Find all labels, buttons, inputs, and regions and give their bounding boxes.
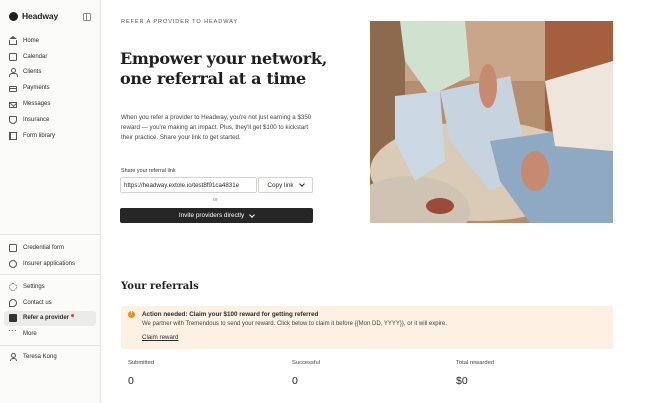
user-menu[interactable]: Teresa Kong — [4, 349, 96, 365]
gear-icon — [9, 282, 17, 291]
sidebar-item-label: Payments — [23, 85, 50, 92]
stat-successful-label: Successful — [292, 360, 321, 366]
stat-total-rewarded-value: $0 — [456, 375, 468, 387]
sidebar-item-label: Credential form — [23, 244, 65, 251]
sidebar-item-label: Clients — [23, 69, 42, 76]
more-icon — [8, 325, 17, 338]
sidebar-item-label: Form library — [23, 132, 56, 139]
copy-link-button[interactable]: Copy link — [258, 177, 313, 193]
stat-successful-value: 0 — [292, 375, 298, 387]
secondary-nav: Credential form Insurer applications — [4, 240, 96, 272]
sidebar-item-form-library[interactable]: Form library — [4, 128, 96, 144]
title-line-1: Empower your network, — [120, 49, 327, 68]
gift-icon — [9, 314, 17, 323]
referral-link-input[interactable] — [120, 177, 257, 193]
intro-text: When you refer a provider to Headway, yo… — [121, 114, 312, 141]
payments-icon — [9, 85, 17, 92]
insurance-icon — [9, 115, 17, 124]
collapse-sidebar-icon[interactable] — [83, 13, 91, 21]
brand-logo[interactable]: Headway — [9, 11, 58, 21]
stat-total-rewarded-label: Total rewarded — [456, 360, 495, 366]
form-library-icon — [9, 131, 17, 140]
or-divider-text: or — [213, 197, 218, 203]
banner-title: Action needed: Claim your $100 reward fo… — [142, 311, 319, 318]
stat-submitted-label: Submitted — [128, 360, 155, 366]
copy-link-label: Copy link — [267, 181, 294, 189]
invite-providers-button[interactable]: Invite providers directly — [120, 208, 313, 223]
warning-icon: ! — [128, 311, 135, 318]
sidebar-divider — [0, 274, 101, 275]
sidebar-item-label: Insurer applications — [23, 260, 76, 267]
sidebar-item-settings[interactable]: Settings — [4, 279, 96, 295]
user-nav: Teresa Kong — [4, 349, 96, 365]
primary-nav: Home Calendar Clients Payments Messages … — [4, 33, 96, 144]
sidebar-item-label: Settings — [23, 283, 45, 290]
tertiary-nav: Settings Contact us Refer a provider Mor… — [4, 279, 96, 342]
sidebar-item-label: Contact us — [23, 299, 52, 306]
page-eyebrow: REFER A PROVIDER TO HEADWAY — [121, 19, 239, 25]
page-title: Empower your network, one referral at a … — [120, 49, 360, 89]
user-icon — [9, 352, 17, 361]
sidebar-item-insurance[interactable]: Insurance — [4, 112, 96, 128]
sidebar-divider — [0, 234, 101, 235]
sidebar-item-payments[interactable]: Payments — [4, 80, 96, 96]
sidebar-item-more[interactable]: More — [4, 325, 96, 342]
home-icon — [9, 35, 17, 45]
claim-reward-link[interactable]: Claim reward — [142, 334, 178, 341]
share-link-label: Share your referral link — [121, 168, 176, 174]
user-name: Teresa Kong — [23, 353, 57, 360]
messages-icon — [9, 101, 17, 108]
clients-icon — [9, 68, 18, 78]
sidebar-item-label: Insurance — [23, 116, 50, 123]
hero-photo — [370, 21, 613, 223]
title-line-2: one referral at a time — [120, 69, 306, 88]
sidebar-item-messages[interactable]: Messages — [4, 96, 96, 112]
hero-photo-illustration — [370, 21, 613, 223]
notification-dot — [71, 314, 75, 318]
headway-logo-icon — [9, 11, 18, 21]
referrals-section-title: Your referrals — [121, 281, 199, 292]
invite-providers-label: Invite providers directly — [178, 212, 245, 219]
chevron-down-icon — [249, 211, 256, 218]
action-needed-banner: ! Action needed: Claim your $100 reward … — [121, 306, 613, 349]
calendar-icon — [9, 52, 17, 61]
sidebar-divider — [0, 345, 101, 346]
credential-form-icon — [9, 243, 17, 252]
sidebar: Headway Home Calendar Clients Payments M… — [0, 0, 101, 403]
sidebar-item-insurer-applications[interactable]: Insurer applications — [4, 256, 96, 272]
banner-text: We partner with Tremendous to send your … — [142, 321, 447, 327]
chevron-down-icon — [298, 181, 305, 187]
sidebar-item-contact-us[interactable]: Contact us — [4, 295, 96, 311]
sidebar-item-clients[interactable]: Clients — [4, 65, 96, 81]
stat-submitted-value: 0 — [128, 375, 134, 387]
sidebar-item-calendar[interactable]: Calendar — [4, 49, 96, 65]
sidebar-item-label: Messages — [23, 101, 51, 108]
sidebar-item-label: More — [23, 331, 37, 338]
chat-icon — [9, 298, 17, 307]
sidebar-item-home[interactable]: Home — [4, 33, 96, 49]
insurer-applications-icon — [9, 259, 17, 268]
sidebar-item-label: Refer a provider — [23, 315, 70, 322]
sidebar-item-label: Home — [23, 37, 40, 44]
sidebar-item-refer-a-provider[interactable]: Refer a provider — [4, 310, 96, 327]
sidebar-item-credential-form[interactable]: Credential form — [4, 240, 96, 256]
sidebar-item-label: Calendar — [23, 53, 48, 60]
brand-name: Headway — [22, 11, 59, 21]
